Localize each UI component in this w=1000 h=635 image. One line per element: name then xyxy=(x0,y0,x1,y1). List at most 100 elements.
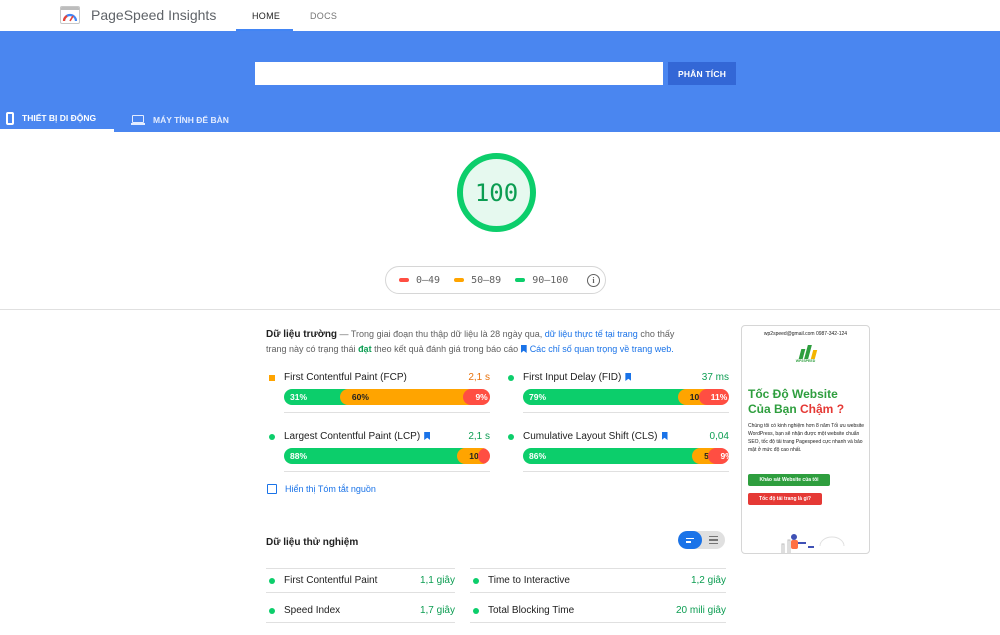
lab-metric-row: Time to Interactive 1,2 giây xyxy=(470,571,726,593)
legend-swatch xyxy=(399,278,409,282)
field-data-link[interactable]: dữ liệu thực tế tại trang xyxy=(545,329,638,339)
legend-swatch xyxy=(454,278,465,282)
legend-range: 0–49 xyxy=(416,274,441,286)
field-data-title: Dữ liệu trường xyxy=(266,329,338,340)
ad-survey-button[interactable]: Khảo sát Website của tôi xyxy=(748,474,830,486)
origin-summary-checkbox[interactable] xyxy=(267,484,277,494)
lab-metric-value: 20 mili giây xyxy=(675,605,726,616)
ad-headline-line: Của Bạn xyxy=(748,402,801,416)
legend-item-average: 50–89 xyxy=(454,275,501,286)
lab-metric-label: Time to Interactive xyxy=(488,575,570,586)
tab-desktop-label: MÁY TÍNH ĐỂ BÀN xyxy=(153,114,229,125)
distribution-segment: 9% xyxy=(463,389,490,405)
legend-item-good: 90–100 xyxy=(515,275,568,286)
bookmark-icon[interactable] xyxy=(661,432,668,440)
ad-body: Chúng tôi có kinh nghiệm hơn 8 năm Tối ư… xyxy=(748,423,865,453)
legend-range: 50–89 xyxy=(471,274,502,286)
sidebar-advertisement[interactable]: wp2speed@gmail.com 0987-342-124 WP2SPEED… xyxy=(741,325,870,554)
brand-title[interactable]: PageSpeed Insights xyxy=(91,7,216,23)
core-web-vitals-link-label: Các chỉ số quan trọng về trang web. xyxy=(529,344,674,354)
distribution-segment: 31% xyxy=(284,389,348,405)
pass-indicator xyxy=(269,578,275,584)
ad-contact: wp2speed@gmail.com 0987-342-124 xyxy=(763,331,848,337)
pass-indicator xyxy=(269,608,275,614)
lab-metric-label: Speed Index xyxy=(284,605,341,616)
needs-improvement-indicator xyxy=(269,375,275,381)
lab-metric-label: Total Blocking Time xyxy=(488,605,575,616)
bookmark-icon[interactable] xyxy=(424,432,431,440)
field-data-intro: Dữ liệu trường — Trong giai đoạn thu thậ… xyxy=(266,327,686,357)
field-metric-header: Cumulative Layout Shift (CLS) 0,04 xyxy=(505,430,729,444)
lab-metric-row: Total Blocking Time 20 mili giây xyxy=(470,601,726,623)
score-legend: 0–49 50–89 90–100 i xyxy=(385,266,606,294)
legend-swatch xyxy=(515,278,526,282)
section-divider xyxy=(0,309,1000,310)
ad-illustration-icon xyxy=(781,534,845,553)
distribution-segment: 11% xyxy=(698,389,729,405)
tab-mobile[interactable]: THIẾT BỊ DI ĐỘNG xyxy=(0,107,114,132)
lab-metric-value: 1,7 giây xyxy=(419,605,455,616)
pass-indicator xyxy=(473,578,479,584)
distribution-segment: 9% xyxy=(708,448,729,464)
compact-view-icon[interactable] xyxy=(678,531,702,549)
wp2speed-logo-icon xyxy=(798,345,818,359)
field-metric: First Contentful Paint (FCP) 2,1 s 31% 60% 9… xyxy=(266,371,490,413)
legend-item-poor: 0–49 xyxy=(399,275,440,286)
ad-logo-text: WP2SPEED xyxy=(795,359,816,363)
lab-divider xyxy=(470,568,726,569)
nav-tab-docs[interactable]: DOCS xyxy=(310,11,337,21)
bookmark-icon[interactable] xyxy=(625,373,632,381)
nav-tab-home[interactable]: HOME xyxy=(252,11,280,21)
field-metric-label: Largest Contentful Paint (LCP) xyxy=(284,431,421,442)
field-metric-value: 0,04 xyxy=(709,431,729,442)
core-web-vitals-link[interactable]: Các chỉ số quan trọng về trang web. xyxy=(520,344,674,354)
metric-divider xyxy=(523,471,729,472)
tab-mobile-label: THIẾT BỊ DI ĐỘNG xyxy=(22,113,97,123)
pass-indicator xyxy=(269,434,275,440)
distribution-bar: 31% 60% 9% xyxy=(284,389,490,405)
pagespeed-logo-icon[interactable] xyxy=(60,6,80,24)
ad-learn-button[interactable]: Tốc độ tải trang là gì? xyxy=(748,493,822,505)
laptop-icon xyxy=(131,114,145,125)
field-metric: Largest Contentful Paint (LCP) 2,1 s 88%10… xyxy=(266,430,490,472)
metrics-view-toggle[interactable] xyxy=(678,531,725,549)
legend-range: 90–100 xyxy=(532,274,569,286)
field-metric-label: First Contentful Paint (FCP) xyxy=(284,372,407,383)
field-metric-header: Largest Contentful Paint (LCP) 2,1 s xyxy=(266,430,490,444)
expanded-view-icon[interactable] xyxy=(702,531,725,549)
performance-score-gauge: 100 xyxy=(457,153,536,232)
top-bar: PageSpeed Insights HOME DOCS xyxy=(0,0,1000,31)
field-metric: Cumulative Layout Shift (CLS) 0,04 86%5%9% xyxy=(505,430,729,472)
lab-metric-row: First Contentful Paint 1,1 giây xyxy=(266,571,455,593)
field-metric-header: First Contentful Paint (FCP) 2,1 s xyxy=(266,371,490,385)
ad-headline-line: Tốc Độ Website xyxy=(748,387,838,401)
pass-indicator xyxy=(473,608,479,614)
search-header: PHÂN TÍCH THIẾT BỊ DI ĐỘNG MÁY TÍNH ĐỂ B… xyxy=(0,31,1000,132)
origin-summary-toggle[interactable]: Hiển thị Tóm tắt nguồn xyxy=(267,484,376,494)
assessment-status: đạt xyxy=(358,344,372,354)
url-input[interactable] xyxy=(255,62,663,85)
field-metric-value: 37 ms xyxy=(701,372,729,383)
metric-divider xyxy=(523,412,729,413)
tab-desktop[interactable]: MÁY TÍNH ĐỂ BÀN xyxy=(131,107,229,132)
distribution-segment: 3% xyxy=(478,448,490,464)
phone-icon xyxy=(6,111,14,125)
info-icon[interactable]: i xyxy=(587,274,600,287)
distribution-segment: 79% xyxy=(523,389,686,405)
distribution-segment: 88% xyxy=(284,448,466,464)
distribution-bar: 86%5%9% xyxy=(523,448,729,464)
lab-metric-row: Speed Index 1,7 giây xyxy=(266,601,455,623)
lab-divider xyxy=(266,568,455,569)
distribution-bar: 79%10%11% xyxy=(523,389,729,405)
distribution-segment: 60% xyxy=(339,389,472,405)
analyze-button[interactable]: PHÂN TÍCH xyxy=(668,62,736,85)
lab-metric-label: First Contentful Paint xyxy=(284,575,378,586)
bookmark-icon xyxy=(520,345,527,353)
origin-summary-label: Hiển thị Tóm tắt nguồn xyxy=(285,484,376,494)
field-metric-value: 2,1 s xyxy=(468,372,490,383)
field-metric-header: First Input Delay (FID) 37 ms xyxy=(505,371,729,385)
ad-headline-accent: Chậm ? xyxy=(800,402,845,416)
metric-divider xyxy=(284,412,490,413)
lab-metric-value: 1,1 giây xyxy=(419,575,455,586)
lab-metric-value: 1,2 giây xyxy=(690,575,726,586)
